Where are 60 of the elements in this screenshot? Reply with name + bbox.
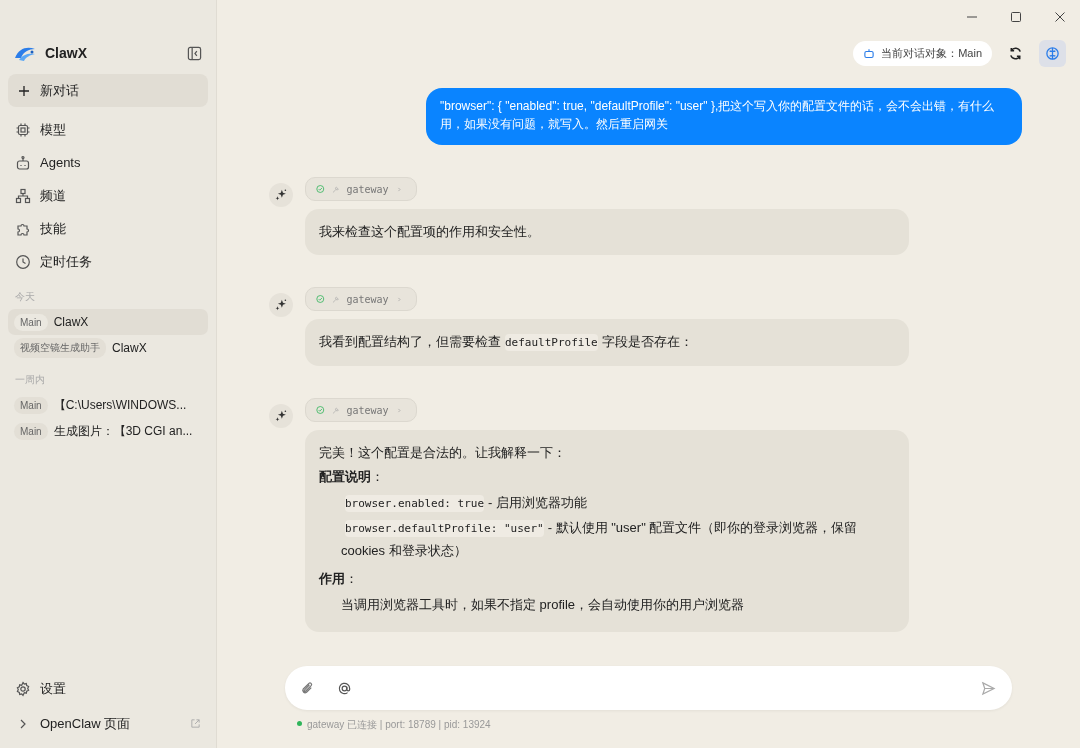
list-item: browser.enabled: true - 启用浏览器功能 — [344, 494, 589, 514]
app-name: ClawX — [45, 45, 87, 61]
paperclip-icon[interactable] — [300, 680, 315, 696]
session-item[interactable]: Main 【C:\Users\WINDOWS... — [8, 392, 208, 418]
robot-icon — [863, 47, 876, 59]
refresh-icon[interactable] — [1008, 45, 1023, 61]
network-icon — [15, 187, 31, 204]
section-heading: 作用： — [319, 570, 359, 588]
brain-icon — [1045, 45, 1060, 61]
chat-target-label: 当前对话对象：Main — [881, 45, 982, 61]
external-link-icon — [190, 718, 201, 729]
tool-call-chip[interactable]: gateway — [305, 287, 417, 311]
nav-item[interactable]: 频道 — [8, 179, 208, 212]
robot-icon — [15, 154, 31, 171]
session-title: 生成图片：【3D CGI an... — [53, 422, 193, 440]
session-tag: Main — [14, 313, 48, 331]
user-message: "browser": { "enabled": true, "defaultProfile": "user" },把这个写入你的配置文件的话，会不会出错，有什么用，如果没有问题，就写入。然后重启网关 — [426, 88, 1022, 145]
assistant-avatar — [269, 404, 293, 428]
session-tag: 视频空镜生成助手 — [14, 338, 106, 358]
section-heading: 配置说明： — [319, 468, 385, 486]
chat-target-pill[interactable]: 当前对话对象：Main — [853, 40, 992, 66]
session-item[interactable]: 视频空镜生成助手 ClawX — [8, 335, 208, 361]
chip-icon — [15, 121, 31, 138]
nav-item[interactable]: 技能 — [8, 212, 208, 245]
external-link-item[interactable]: OpenClaw 页面 — [8, 707, 208, 740]
nav-item[interactable]: Agents — [8, 146, 208, 179]
session-tag: Main — [14, 396, 48, 414]
session-item[interactable]: Main ClawX — [8, 309, 208, 335]
session-title: ClawX — [112, 341, 147, 355]
message-input[interactable] — [285, 666, 1012, 710]
mention-icon[interactable] — [337, 680, 352, 696]
close-icon[interactable] — [1054, 11, 1066, 23]
maximize-icon[interactable] — [1010, 11, 1022, 23]
nav-item[interactable]: 模型 — [8, 113, 208, 146]
list-item: 当调用浏览器工具时，如果不指定 profile，会自动使用你的用户浏览器 — [341, 596, 746, 614]
message-text: 我看到配置结构了，但需要检查 defaultProfile 字段是否存在： — [319, 333, 694, 353]
sidebar-toggle-icon[interactable] — [187, 45, 202, 61]
settings-icon — [15, 680, 31, 697]
wrench-icon — [331, 293, 340, 305]
nav-item[interactable]: 定时任务 — [8, 245, 208, 278]
clock-icon — [15, 253, 31, 270]
assistant-avatar — [269, 293, 293, 317]
list-item: browser.defaultProfile: "user" - 默认使用 "user" 配置文件（即你的登录浏览器，保留 cookies 和登录状态） — [341, 519, 859, 560]
session-tag: Main — [14, 422, 48, 440]
plus-icon — [18, 84, 30, 97]
assistant-avatar — [269, 183, 293, 207]
session-title: ClawX — [53, 315, 89, 329]
new-chat-button[interactable]: 新对话 — [8, 74, 208, 107]
brain-button[interactable] — [1039, 39, 1066, 67]
tool-call-chip[interactable]: gateway — [305, 177, 417, 201]
message-text: 完美！这个配置是合法的。让我解释一下： — [319, 444, 567, 462]
tool-call-chip[interactable]: gateway — [305, 398, 417, 422]
settings-item[interactable]: 设置 — [8, 672, 208, 705]
status-text: gateway 已连接 | port: 18789 | pid: 13924 — [307, 718, 491, 732]
message-text: 我来检查这个配置项的作用和安全性。 — [319, 223, 541, 241]
session-title: 【C:\Users\WINDOWS... — [53, 396, 187, 414]
session-item[interactable]: Main 生成图片：【3D CGI an... — [8, 418, 208, 444]
section-heading: 今天 — [15, 290, 36, 304]
wrench-icon — [331, 183, 340, 195]
wrench-icon — [331, 404, 340, 416]
